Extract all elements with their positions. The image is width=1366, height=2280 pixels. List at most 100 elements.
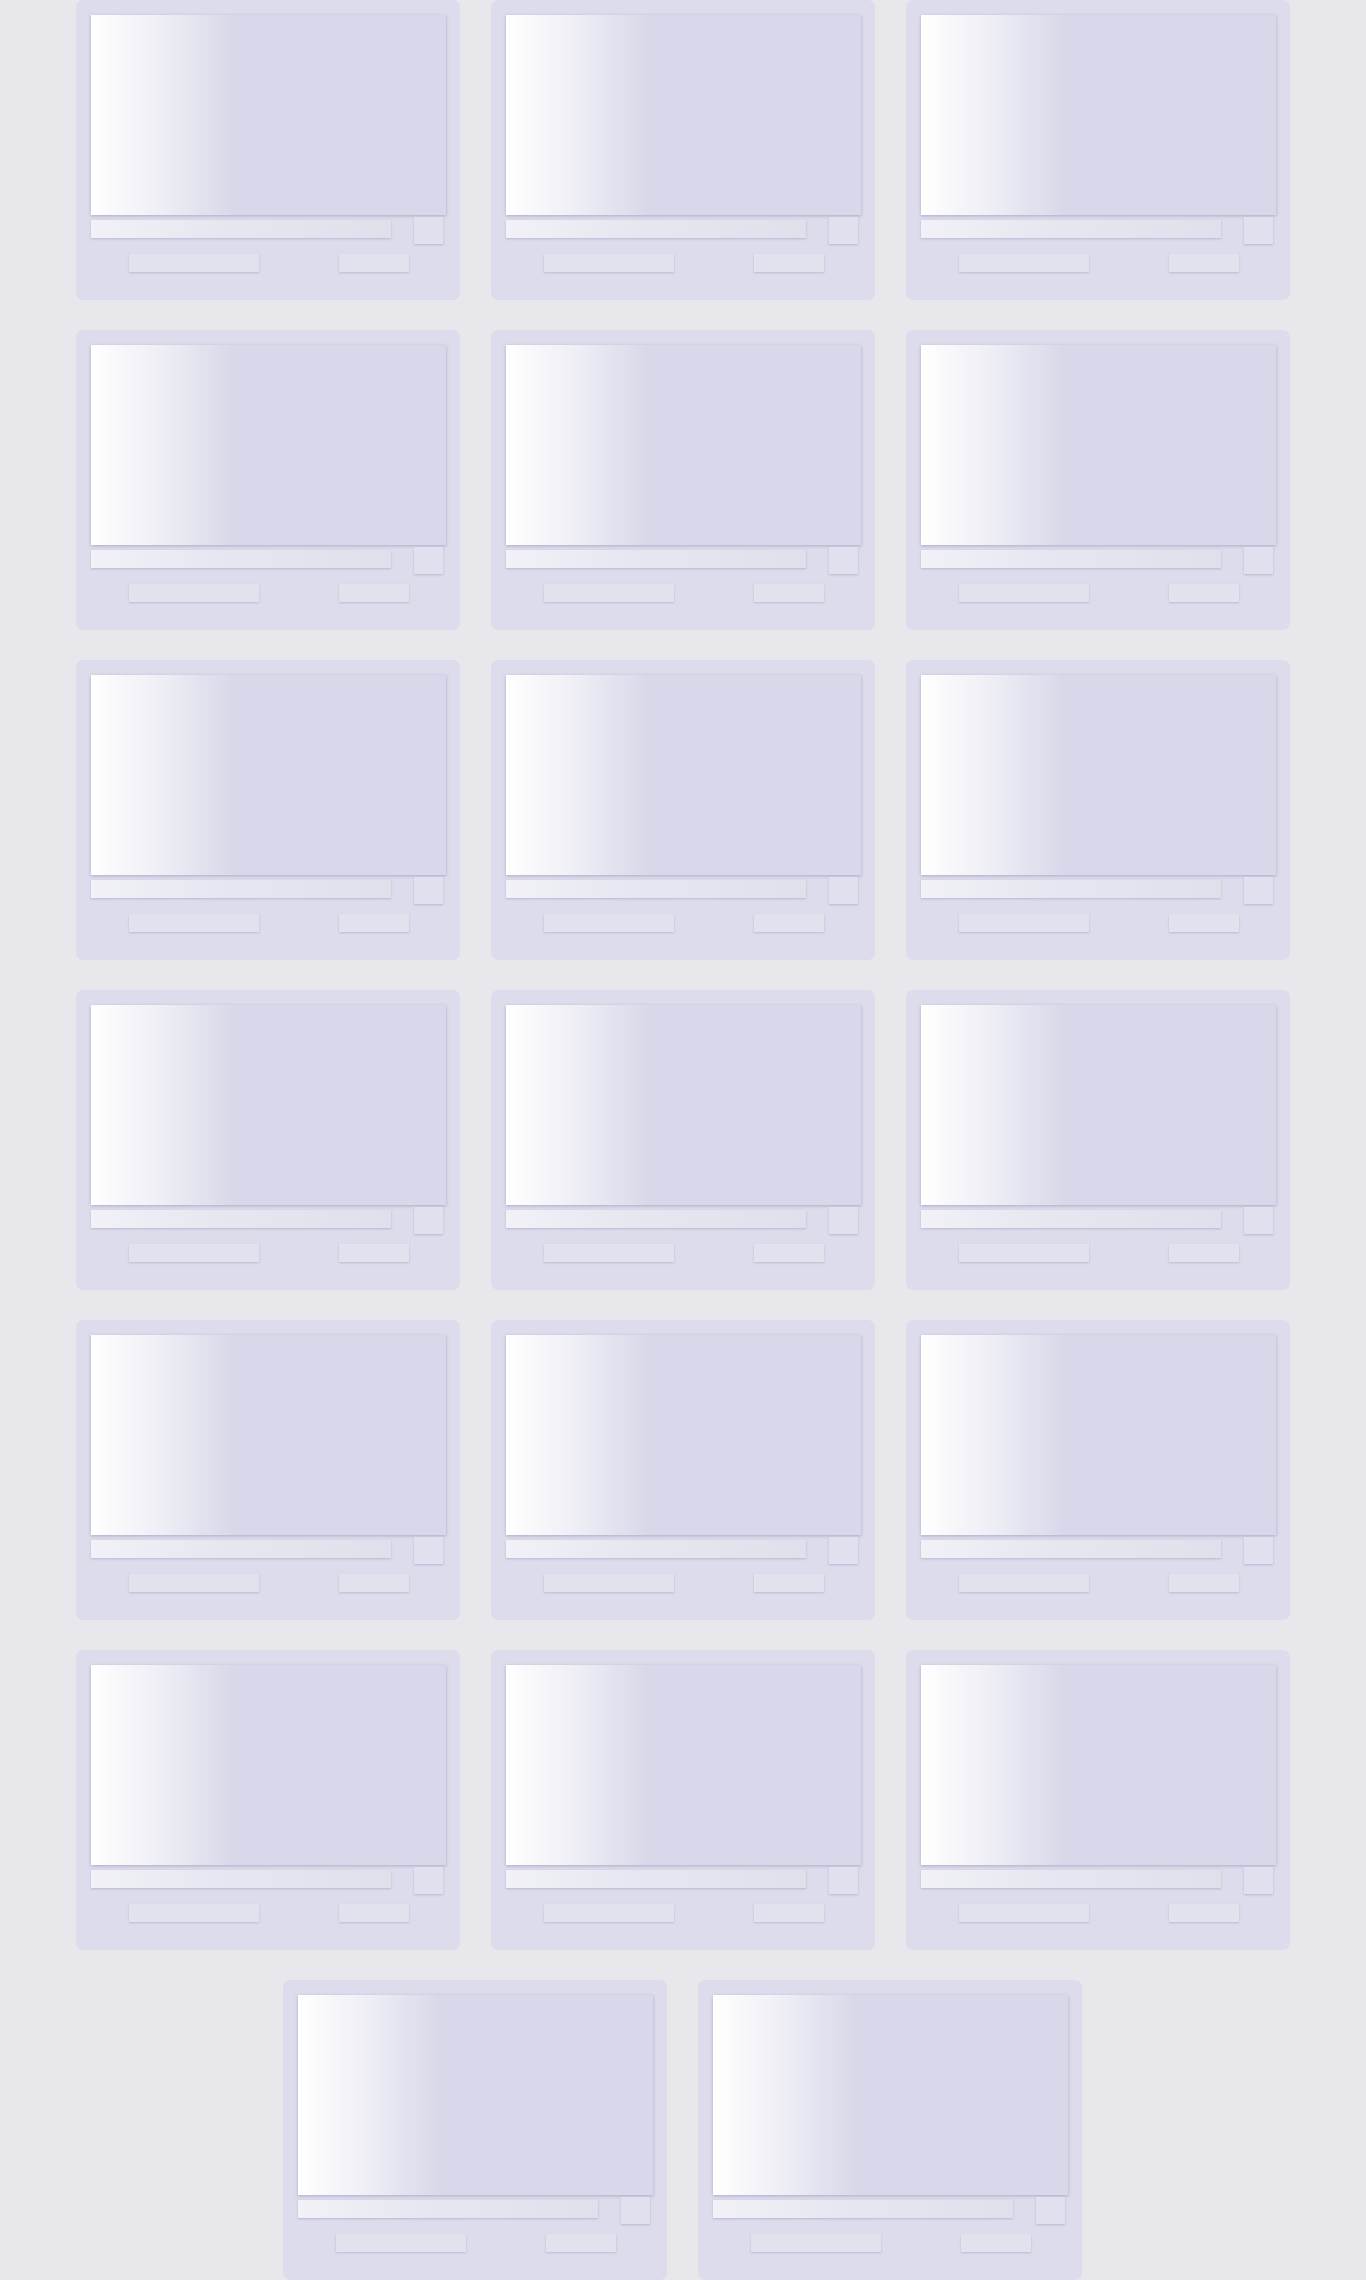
skeleton-card [491,660,875,960]
skeleton-meta-left [544,1574,674,1592]
skeleton-action-box [414,1867,443,1894]
skeleton-title-bar [921,1540,1221,1558]
skeleton-title-bar [921,550,1221,568]
skeleton-thumbnail [921,15,1276,215]
skeleton-card [906,1320,1290,1620]
skeleton-meta-left [959,584,1089,602]
skeleton-title-bar [298,2200,598,2218]
skeleton-action-box [414,217,443,244]
skeleton-meta-left [959,254,1089,272]
skeleton-action-box [1244,877,1273,904]
skeleton-title-bar [91,220,391,238]
skeleton-meta-left [129,254,259,272]
skeleton-title-bar [506,550,806,568]
skeleton-meta-right [339,1244,409,1262]
skeleton-thumbnail [506,1665,861,1865]
skeleton-card [491,1320,875,1620]
skeleton-action-box [829,217,858,244]
skeleton-meta-right [961,2234,1031,2252]
skeleton-meta-right [1169,584,1239,602]
skeleton-card [491,1650,875,1950]
skeleton-title-bar [713,2200,1013,2218]
skeleton-meta-right [339,584,409,602]
skeleton-meta-left [544,1244,674,1262]
skeleton-card [491,330,875,630]
skeleton-meta-right [754,254,824,272]
skeleton-card [76,0,460,300]
skeleton-thumbnail [921,675,1276,875]
skeleton-thumbnail [713,1995,1068,2195]
skeleton-title-bar [506,220,806,238]
skeleton-meta-right [754,914,824,932]
skeleton-action-box [414,547,443,574]
skeleton-title-bar [921,1870,1221,1888]
skeleton-title-bar [921,880,1221,898]
skeleton-title-bar [506,1210,806,1228]
skeleton-thumbnail [91,675,446,875]
skeleton-thumbnail [91,15,446,215]
skeleton-card [906,990,1290,1290]
skeleton-card [76,330,460,630]
skeleton-meta-left [959,1244,1089,1262]
skeleton-thumbnail [506,15,861,215]
skeleton-thumbnail [506,345,861,545]
skeleton-meta-right [754,1904,824,1922]
skeleton-title-bar [91,880,391,898]
skeleton-meta-left [129,1904,259,1922]
skeleton-action-box [829,1207,858,1234]
skeleton-action-box [1036,2197,1065,2224]
skeleton-action-box [829,1537,858,1564]
skeleton-thumbnail [91,1665,446,1865]
skeleton-title-bar [91,1540,391,1558]
skeleton-title-bar [91,1210,391,1228]
skeleton-card [76,990,460,1290]
skeleton-action-box [1244,1537,1273,1564]
skeleton-action-box [1244,1207,1273,1234]
skeleton-card-grid [0,0,1366,2280]
skeleton-thumbnail [298,1995,653,2195]
skeleton-thumbnail [921,1005,1276,1205]
skeleton-title-bar [506,880,806,898]
skeleton-action-box [1244,1867,1273,1894]
skeleton-thumbnail [91,1335,446,1535]
skeleton-card [76,1320,460,1620]
skeleton-thumbnail [921,1665,1276,1865]
skeleton-meta-left [544,914,674,932]
skeleton-card [491,990,875,1290]
skeleton-thumbnail [506,675,861,875]
skeleton-title-bar [921,1210,1221,1228]
skeleton-card [698,1980,1082,2280]
skeleton-action-box [829,1867,858,1894]
skeleton-card [76,1650,460,1950]
skeleton-meta-left [129,1244,259,1262]
skeleton-action-box [414,877,443,904]
skeleton-meta-left [336,2234,466,2252]
skeleton-meta-left [959,1904,1089,1922]
skeleton-thumbnail [921,345,1276,545]
skeleton-title-bar [506,1540,806,1558]
skeleton-meta-left [751,2234,881,2252]
skeleton-meta-left [959,1574,1089,1592]
skeleton-action-box [414,1537,443,1564]
skeleton-meta-right [754,1574,824,1592]
skeleton-meta-right [1169,254,1239,272]
skeleton-thumbnail [91,345,446,545]
skeleton-meta-right [754,584,824,602]
skeleton-title-bar [91,1870,391,1888]
skeleton-card [906,1650,1290,1950]
skeleton-title-bar [91,550,391,568]
skeleton-meta-left [544,254,674,272]
skeleton-action-box [621,2197,650,2224]
skeleton-meta-right [1169,914,1239,932]
skeleton-title-bar [921,220,1221,238]
skeleton-card [283,1980,667,2280]
skeleton-action-box [829,877,858,904]
skeleton-title-bar [506,1870,806,1888]
skeleton-meta-left [544,1904,674,1922]
skeleton-card [491,0,875,300]
skeleton-meta-left [129,584,259,602]
skeleton-meta-left [959,914,1089,932]
skeleton-meta-left [129,914,259,932]
skeleton-meta-right [339,254,409,272]
skeleton-meta-left [129,1574,259,1592]
